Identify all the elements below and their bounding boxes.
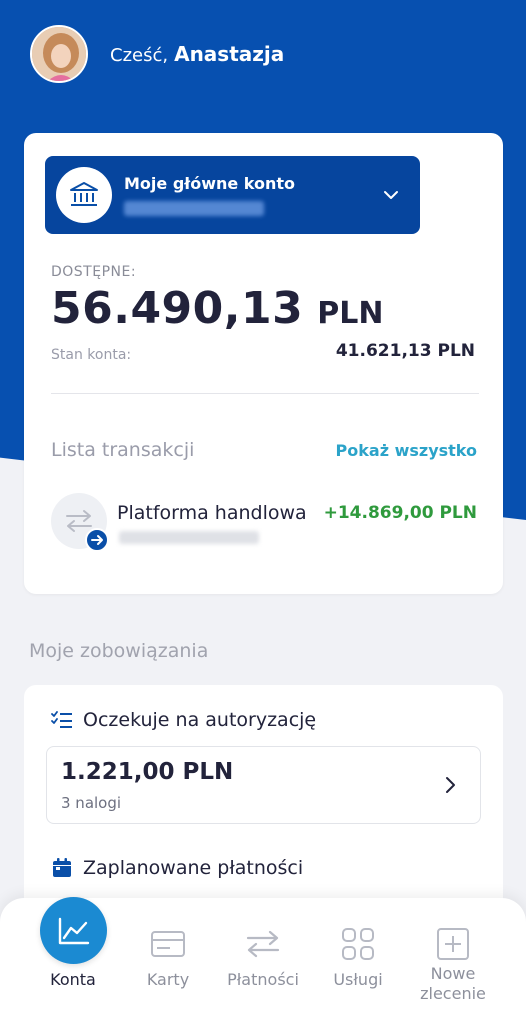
avatar[interactable] bbox=[30, 25, 88, 83]
calendar-icon bbox=[53, 858, 71, 877]
chart-line-icon[interactable] bbox=[40, 897, 107, 964]
authorization-item[interactable]: 1.221,00 PLN 3 nalogi bbox=[46, 746, 481, 824]
bank-icon bbox=[56, 167, 112, 223]
avatar-photo bbox=[32, 27, 86, 81]
account-name: Moje główne konto bbox=[124, 174, 296, 193]
available-label: DOSTĘPNE: bbox=[51, 264, 137, 280]
greeting: Cześć, Anastazja bbox=[110, 42, 284, 66]
checklist-icon bbox=[51, 711, 72, 728]
authorization-label: Oczekuje na autoryzację bbox=[83, 709, 317, 731]
available-balance: 56.490,13 PLN bbox=[51, 283, 383, 334]
user-name: Anastazja bbox=[174, 42, 285, 66]
transaction-name[interactable]: Platforma handlowa bbox=[117, 502, 307, 524]
transaction-details-redacted bbox=[119, 531, 259, 544]
nav-konta-label: Konta bbox=[50, 970, 96, 989]
nav-karty[interactable]: Karty bbox=[123, 898, 213, 1032]
nav-nowe-zlecenie-label: Nowe zlecenie bbox=[420, 964, 486, 1003]
planned-header[interactable]: Zaplanowane płatności bbox=[51, 857, 303, 879]
card-icon bbox=[146, 922, 190, 966]
nav-platnosci-label: Płatności bbox=[227, 970, 299, 989]
nav-platnosci[interactable]: Płatności bbox=[218, 898, 308, 1032]
greeting-text: Cześć, bbox=[110, 45, 169, 66]
available-amount: 56.490,13 bbox=[51, 283, 304, 334]
nav-nowe-zlecenie[interactable]: Nowe zlecenie bbox=[408, 898, 498, 1032]
arrow-right-icon bbox=[85, 528, 109, 552]
nav-uslugi-label: Usługi bbox=[333, 970, 383, 989]
available-currency: PLN bbox=[317, 296, 384, 331]
nav-karty-label: Karty bbox=[146, 970, 190, 989]
show-all-link[interactable]: Pokaż wszystko bbox=[336, 441, 477, 460]
chevron-down-icon[interactable] bbox=[382, 186, 400, 204]
obligations-title: Moje zobowiązania bbox=[29, 640, 209, 662]
header: Cześć, Anastazja bbox=[30, 25, 284, 83]
transactions-title: Lista transakcji bbox=[51, 439, 195, 461]
authorization-count: 3 nalogi bbox=[61, 794, 122, 812]
authorization-header: Oczekuje na autoryzację bbox=[51, 709, 316, 731]
chevron-right-icon[interactable] bbox=[444, 775, 458, 795]
transaction-amount: +14.869,00 PLN bbox=[323, 503, 477, 523]
transfer-arrows-icon bbox=[241, 922, 285, 966]
divider bbox=[51, 393, 479, 394]
account-card: Moje główne konto DOSTĘPNE: 56.490,13 PL… bbox=[24, 133, 503, 594]
grid-icon bbox=[336, 922, 380, 966]
account-number-redacted bbox=[124, 201, 264, 216]
account-selector[interactable]: Moje główne konto bbox=[45, 156, 420, 234]
planned-label: Zaplanowane płatności bbox=[83, 857, 304, 879]
plus-square-icon bbox=[431, 922, 475, 966]
balance-label: Stan konta: bbox=[51, 347, 132, 363]
nav-uslugi[interactable]: Usługi bbox=[313, 898, 403, 1032]
authorization-amount: 1.221,00 PLN bbox=[61, 759, 234, 785]
balance-value: 41.621,13 PLN bbox=[335, 341, 475, 361]
